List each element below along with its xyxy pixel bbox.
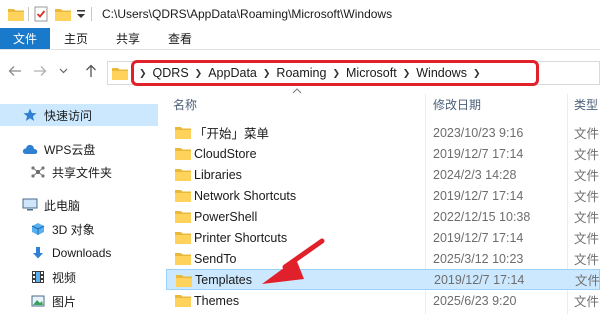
annotation-arrow [262,238,325,284]
